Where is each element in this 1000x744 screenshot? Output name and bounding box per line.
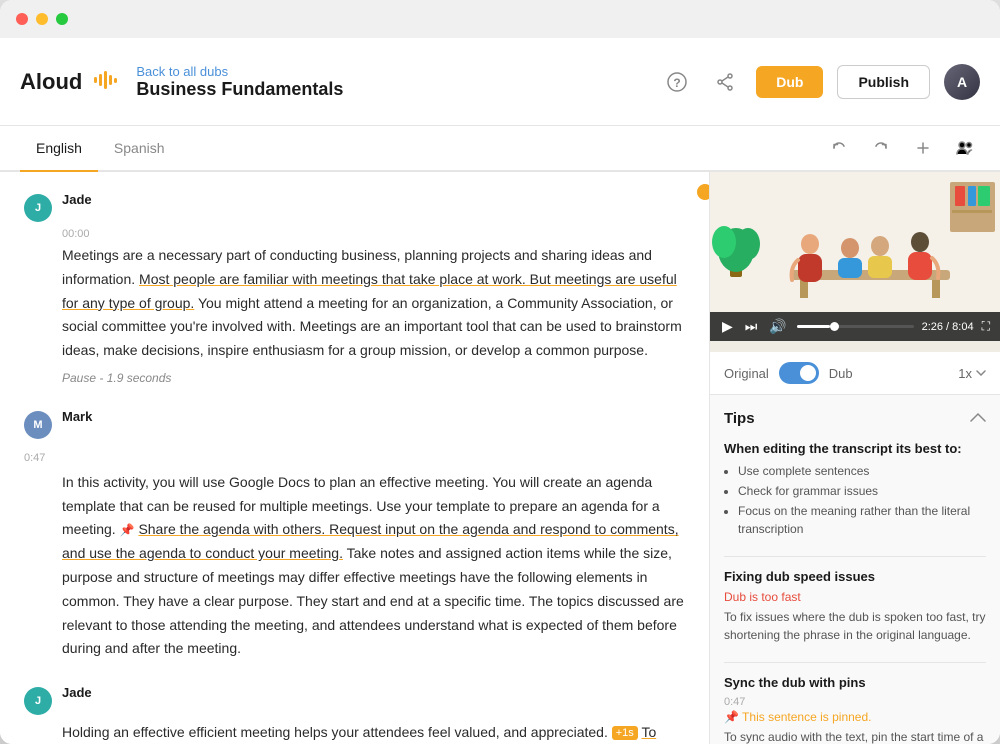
users-button[interactable] [950,133,980,163]
redo-button[interactable] [866,133,896,163]
svg-text:?: ? [674,76,681,90]
time-label: 2:26 / 8:04 [922,321,974,333]
main-content: J Jade 00:00 Meetings are a necessary pa… [0,172,1000,744]
segment-header: J Jade [24,192,685,222]
help-button[interactable]: ? [660,65,694,99]
tip-divider [724,662,986,663]
tip-pinned: 📌 This sentence is pinned. [724,710,986,724]
segment-jade-1: J Jade 00:00 Meetings are a necessary pa… [24,192,685,385]
right-panel: ▶ ⏭ 🔊 2:26 / 8:04 ⛶ Original [710,172,1000,744]
segment-text[interactable]: 0:47 In this activity, you will use Goog… [62,445,685,661]
logo-text: Aloud [20,69,82,95]
tip-text: To sync audio with the text, pin the sta… [724,728,986,744]
segment-text[interactable]: Meetings are a necessary part of conduct… [62,244,685,363]
volume-button[interactable]: 🔊 [767,318,788,335]
tip-divider [724,556,986,557]
highlighted-text: Share the agenda with others. Request in… [62,521,679,561]
video-scene [710,172,1000,312]
dub-button[interactable]: Dub [756,66,823,98]
logo: Aloud [20,69,120,95]
tip-subtitle: Dub is too fast [724,590,986,604]
video-container: ▶ ⏭ 🔊 2:26 / 8:04 ⛶ [710,172,1000,352]
toggle-label-dub: Dub [829,366,853,381]
highlighted-text: To complete this activity, first must si… [62,724,656,744]
toggle-row: Original Dub 1x [710,352,1000,395]
tab-actions [824,133,980,163]
speaker-avatar-jade: J [24,194,52,222]
logo-waveform-icon [94,71,120,92]
transcript-panel[interactable]: J Jade 00:00 Meetings are a necessary pa… [0,172,710,744]
highlighted-text: Most people are familiar with meetings t… [62,271,677,311]
segment-header: J Jade [24,685,685,715]
tip-section-editing: When editing the transcript its best to:… [724,441,986,538]
pin-icon: 📌 [120,523,135,537]
tab-english[interactable]: English [20,126,98,172]
progress-dot [697,184,710,200]
tip-section-title: Sync the dub with pins [724,675,986,690]
tab-spanish[interactable]: Spanish [98,126,181,172]
tips-header: Tips [724,409,986,427]
tabs: English Spanish [20,126,181,170]
chevron-up-icon [970,412,986,422]
chevron-down-icon [976,370,986,376]
add-button[interactable] [908,133,938,163]
fullscreen-button[interactable] [56,13,68,25]
tip-section-title: Fixing dub speed issues [724,569,986,584]
header-actions: ? Dub Publish A [660,64,980,100]
tip-timestamp: 0:47 [724,696,986,708]
autofix-badge: +1s [612,726,638,740]
fullscreen-button[interactable]: ⛶ [982,319,990,334]
header-title-area: Back to all dubs Business Fundamentals [136,64,343,100]
toggle-label-original: Original [724,366,769,381]
tip-text: Use complete sentences Check for grammar… [724,462,986,538]
segment-mark: M Mark 0:47 In this activity, you will u… [24,409,685,661]
publish-button[interactable]: Publish [837,65,930,99]
toggle-knob [800,365,816,381]
tabs-bar: English Spanish [0,126,1000,172]
tip-section-dub-speed: Fixing dub speed issues Dub is too fast … [724,569,986,644]
toggle-labels: Original Dub [724,362,853,384]
undo-button[interactable] [824,133,854,163]
speed-select[interactable]: 1x [958,366,986,381]
speaker-name: Jade [62,685,92,700]
page-title: Business Fundamentals [136,79,343,100]
pause-label: Pause - 1.9 seconds [62,371,685,385]
title-bar [0,0,1000,38]
minimize-button[interactable] [36,13,48,25]
play-button[interactable]: ▶ [720,318,735,335]
scene-illustration [710,172,1000,312]
video-progress-bar[interactable] [797,325,914,328]
app-header: Aloud Back to all dubs Business Fundamen… [0,38,1000,126]
segment-jade-2: J Jade Holding an effective efficient me… [24,685,685,744]
tip-section-sync: Sync the dub with pins 0:47 📌 This sente… [724,675,986,744]
tips-panel: Tips When editing the transcript its bes… [710,395,1000,744]
toggle-switch[interactable] [779,362,819,384]
next-button[interactable]: ⏭ [743,318,760,335]
video-controls: ▶ ⏭ 🔊 2:26 / 8:04 ⛶ [710,312,1000,341]
close-button[interactable] [16,13,28,25]
tips-collapse-button[interactable] [970,409,986,427]
speaker-name: Mark [62,409,92,424]
segment-text[interactable]: Holding an effective efficient meeting h… [62,721,685,744]
app-window: Aloud Back to all dubs Business Fundamen… [0,0,1000,744]
pin-timestamp: 0:47 [24,452,45,464]
avatar: A [944,64,980,100]
tip-section-title: When editing the transcript its best to: [724,441,986,456]
tips-title: Tips [724,410,755,427]
tip-text: To fix issues where the dub is spoken to… [724,608,986,644]
share-button[interactable] [708,65,742,99]
progress-fill [797,325,830,328]
speaker-name: Jade [62,192,92,207]
progress-thumb [830,322,839,331]
speaker-avatar-jade-2: J [24,687,52,715]
timestamp: 00:00 [62,228,685,240]
segment-header: M Mark [24,409,685,439]
back-link[interactable]: Back to all dubs [136,64,343,79]
speaker-avatar-mark: M [24,411,52,439]
